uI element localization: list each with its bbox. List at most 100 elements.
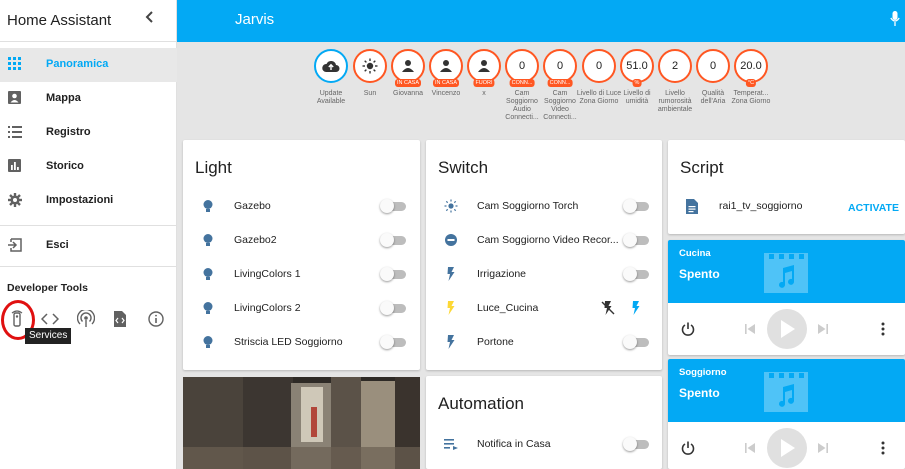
- flash-on-icon[interactable]: [629, 301, 643, 315]
- toggle-switch[interactable]: [623, 233, 651, 247]
- script-row-label: rai1_tv_soggiorno: [719, 200, 803, 212]
- info-icon[interactable]: [147, 310, 165, 328]
- flash-icon: [447, 301, 455, 315]
- sidebar-header: Home Assistant: [0, 0, 176, 42]
- flash-off-icon[interactable]: [601, 301, 615, 315]
- template-icon[interactable]: [111, 310, 129, 328]
- person-icon: [478, 60, 490, 72]
- media-controls: [668, 422, 905, 469]
- dev-tools-title: Developer Tools: [7, 282, 88, 294]
- bulb-icon: [203, 234, 213, 246]
- sidebar-item-mappa[interactable]: Mappa: [0, 82, 177, 116]
- badge-person-giovanna[interactable]: IN CASA: [391, 49, 425, 87]
- badge-light-level[interactable]: 0: [582, 49, 616, 83]
- badge-update[interactable]: [314, 49, 348, 83]
- badge-label: %: [632, 79, 642, 87]
- card-title: Switch: [438, 158, 489, 177]
- logout-label: Esci: [46, 239, 69, 251]
- script-card: Script rai1_tv_soggiorno ACTIVATE: [668, 140, 905, 234]
- list-item: Irrigazione: [426, 257, 662, 291]
- list-item: Cam Soggiorno Torch: [426, 189, 662, 223]
- more-vert-icon[interactable]: [880, 322, 886, 336]
- previous-icon[interactable]: [744, 442, 756, 454]
- logout-button[interactable]: Esci: [0, 229, 177, 263]
- toggle-switch[interactable]: [380, 233, 408, 247]
- sidebar-item-label: Mappa: [46, 92, 81, 104]
- chevron-left-icon[interactable]: [145, 10, 155, 29]
- badge-value: 51.0: [626, 60, 648, 72]
- badge-caption: Temperat... Zona Giorno: [731, 90, 771, 105]
- play-button[interactable]: [767, 309, 807, 349]
- badge-cam-video[interactable]: 0 CONN...: [543, 49, 577, 87]
- toggle-switch[interactable]: [380, 267, 408, 281]
- badge-value: 20.0: [740, 60, 762, 72]
- badge-noise[interactable]: 2: [658, 49, 692, 83]
- row-label: Luce_Cucina: [477, 302, 539, 314]
- toggle-switch[interactable]: [623, 267, 651, 281]
- badge-sun[interactable]: [353, 49, 387, 83]
- media-state: Spento: [679, 386, 720, 400]
- camera-image[interactable]: [183, 377, 420, 469]
- badge-label: IN CASA: [432, 79, 460, 87]
- sidebar-item-registro[interactable]: Registro: [0, 116, 177, 150]
- badge-temperature[interactable]: 20.0 °C: [734, 49, 768, 87]
- top-bar: Jarvis: [177, 0, 905, 42]
- toggle-switch[interactable]: [380, 301, 408, 315]
- row-label: Irrigazione: [477, 268, 527, 280]
- list-item: LivingColors 1: [183, 257, 420, 291]
- broadcast-icon[interactable]: [77, 310, 95, 328]
- toggle-switch[interactable]: [623, 335, 651, 349]
- sidebar-item-impostazioni[interactable]: Impostazioni: [0, 184, 177, 218]
- sun-icon: [362, 58, 378, 74]
- badge-air-quality[interactable]: 0: [696, 49, 730, 83]
- badge-cam-audio[interactable]: 0 CONN...: [505, 49, 539, 87]
- power-icon[interactable]: [681, 441, 695, 455]
- movie-music-icon: [764, 372, 808, 412]
- media-player-card: Soggiorno Spento: [668, 359, 905, 469]
- badge-person-vincenzo[interactable]: IN CASA: [429, 49, 463, 87]
- media-state: Spento: [679, 267, 720, 281]
- sidebar-item-storico[interactable]: Storico: [0, 150, 177, 184]
- sun-icon: [444, 199, 458, 213]
- sidebar-item-label: Registro: [46, 126, 91, 138]
- card-title: Light: [195, 158, 232, 177]
- bulb-icon: [203, 302, 213, 314]
- row-label: Notifica in Casa: [477, 438, 551, 450]
- toggle-switch[interactable]: [380, 199, 408, 213]
- switch-card: Switch Cam Soggiorno Torch Cam Soggiorno…: [426, 140, 662, 370]
- bulb-icon: [203, 200, 213, 212]
- cloud-upload-icon: [322, 60, 340, 72]
- badge-humidity[interactable]: 51.0 %: [620, 49, 654, 87]
- next-icon[interactable]: [817, 442, 829, 454]
- play-icon: [781, 439, 795, 457]
- gear-icon: [8, 193, 22, 207]
- next-icon[interactable]: [817, 323, 829, 335]
- toggle-switch[interactable]: [623, 437, 651, 451]
- badge-person-x[interactable]: FUORI: [467, 49, 501, 87]
- activate-button[interactable]: ACTIVATE: [848, 202, 899, 214]
- list-item: LivingColors 2: [183, 291, 420, 325]
- chart-icon: [8, 159, 21, 172]
- previous-icon[interactable]: [744, 323, 756, 335]
- badge-label: CONN...: [547, 79, 573, 87]
- flash-icon: [447, 267, 455, 281]
- code-icon[interactable]: [41, 310, 59, 328]
- rec-icon: [445, 234, 457, 246]
- badge-label: °C: [745, 79, 757, 87]
- toggle-switch[interactable]: [380, 335, 408, 349]
- exit-icon: [8, 238, 22, 252]
- row-label: Cam Soggiorno Video Recor...: [477, 234, 619, 246]
- badge-value: 0: [595, 60, 603, 72]
- badge-label: CONN...: [509, 79, 535, 87]
- power-icon[interactable]: [681, 322, 695, 336]
- more-vert-icon[interactable]: [880, 441, 886, 455]
- sidebar-item-panoramica[interactable]: Panoramica: [0, 48, 177, 82]
- row-label: Gazebo2: [234, 234, 277, 246]
- toggle-switch[interactable]: [623, 199, 651, 213]
- microphone-icon[interactable]: [890, 11, 900, 27]
- play-button[interactable]: [767, 428, 807, 468]
- row-label: Gazebo: [234, 200, 271, 212]
- playlist-icon: [444, 439, 458, 450]
- automation-card: Automation Notifica in Casa: [426, 376, 662, 469]
- row-label: Portone: [477, 336, 514, 348]
